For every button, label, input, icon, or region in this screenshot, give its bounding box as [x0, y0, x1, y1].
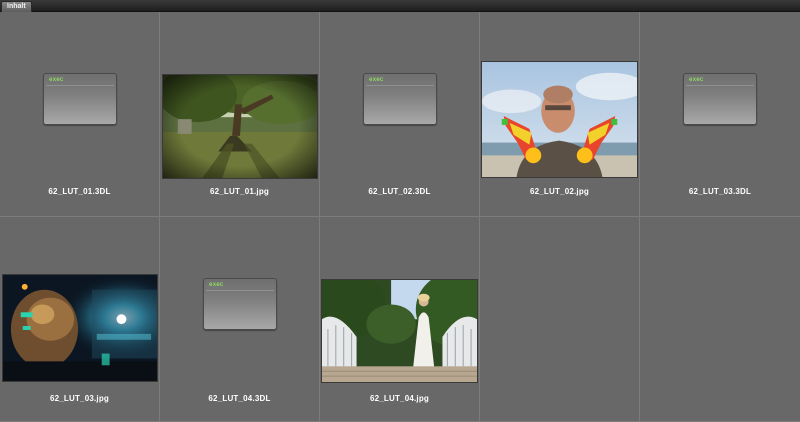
- exec-file-icon: exec: [203, 278, 277, 330]
- exec-icon-label: exec: [209, 281, 224, 288]
- exec-file-icon: exec: [683, 73, 757, 125]
- file-item[interactable]: exec 62_LUT_04.3DL: [160, 217, 320, 422]
- file-item[interactable]: exec 62_LUT_03.3DL: [640, 12, 800, 217]
- file-name: 62_LUT_04.jpg: [369, 394, 430, 403]
- panel-tab-bar: Inhalt: [0, 0, 800, 12]
- exec-icon-label: exec: [689, 76, 704, 83]
- image-thumbnail-man-water-guns: [481, 61, 638, 178]
- image-thumbnail-tree-park: [162, 74, 318, 179]
- file-name: 62_LUT_01.3DL: [48, 187, 111, 196]
- exec-file-icon: exec: [363, 73, 437, 125]
- empty-cell: [640, 217, 800, 422]
- image-thumbnail-bride-bridge: [321, 279, 478, 383]
- file-name: 62_LUT_04.3DL: [208, 394, 271, 403]
- tab-inhalt[interactable]: Inhalt: [1, 1, 32, 12]
- file-name: 62_LUT_02.jpg: [529, 187, 590, 196]
- file-name: 62_LUT_03.jpg: [49, 394, 110, 403]
- file-item[interactable]: exec 62_LUT_01.3DL: [0, 12, 160, 217]
- file-item[interactable]: exec 62_LUT_02.3DL: [320, 12, 480, 217]
- content-grid: exec 62_LUT_01.3DL 62_LUT_01.jpg exec 62…: [0, 12, 800, 422]
- exec-icon-label: exec: [369, 76, 384, 83]
- file-item[interactable]: 62_LUT_01.jpg: [160, 12, 320, 217]
- file-item[interactable]: 62_LUT_03.jpg: [0, 217, 160, 422]
- file-item[interactable]: 62_LUT_04.jpg: [320, 217, 480, 422]
- exec-file-icon: exec: [43, 73, 117, 125]
- image-thumbnail-robot-scifi: [2, 274, 158, 382]
- exec-icon-label: exec: [49, 76, 64, 83]
- file-item[interactable]: 62_LUT_02.jpg: [480, 12, 640, 217]
- file-name: 62_LUT_02.3DL: [368, 187, 431, 196]
- empty-cell: [480, 217, 640, 422]
- file-name: 62_LUT_01.jpg: [209, 187, 270, 196]
- file-name: 62_LUT_03.3DL: [688, 187, 752, 196]
